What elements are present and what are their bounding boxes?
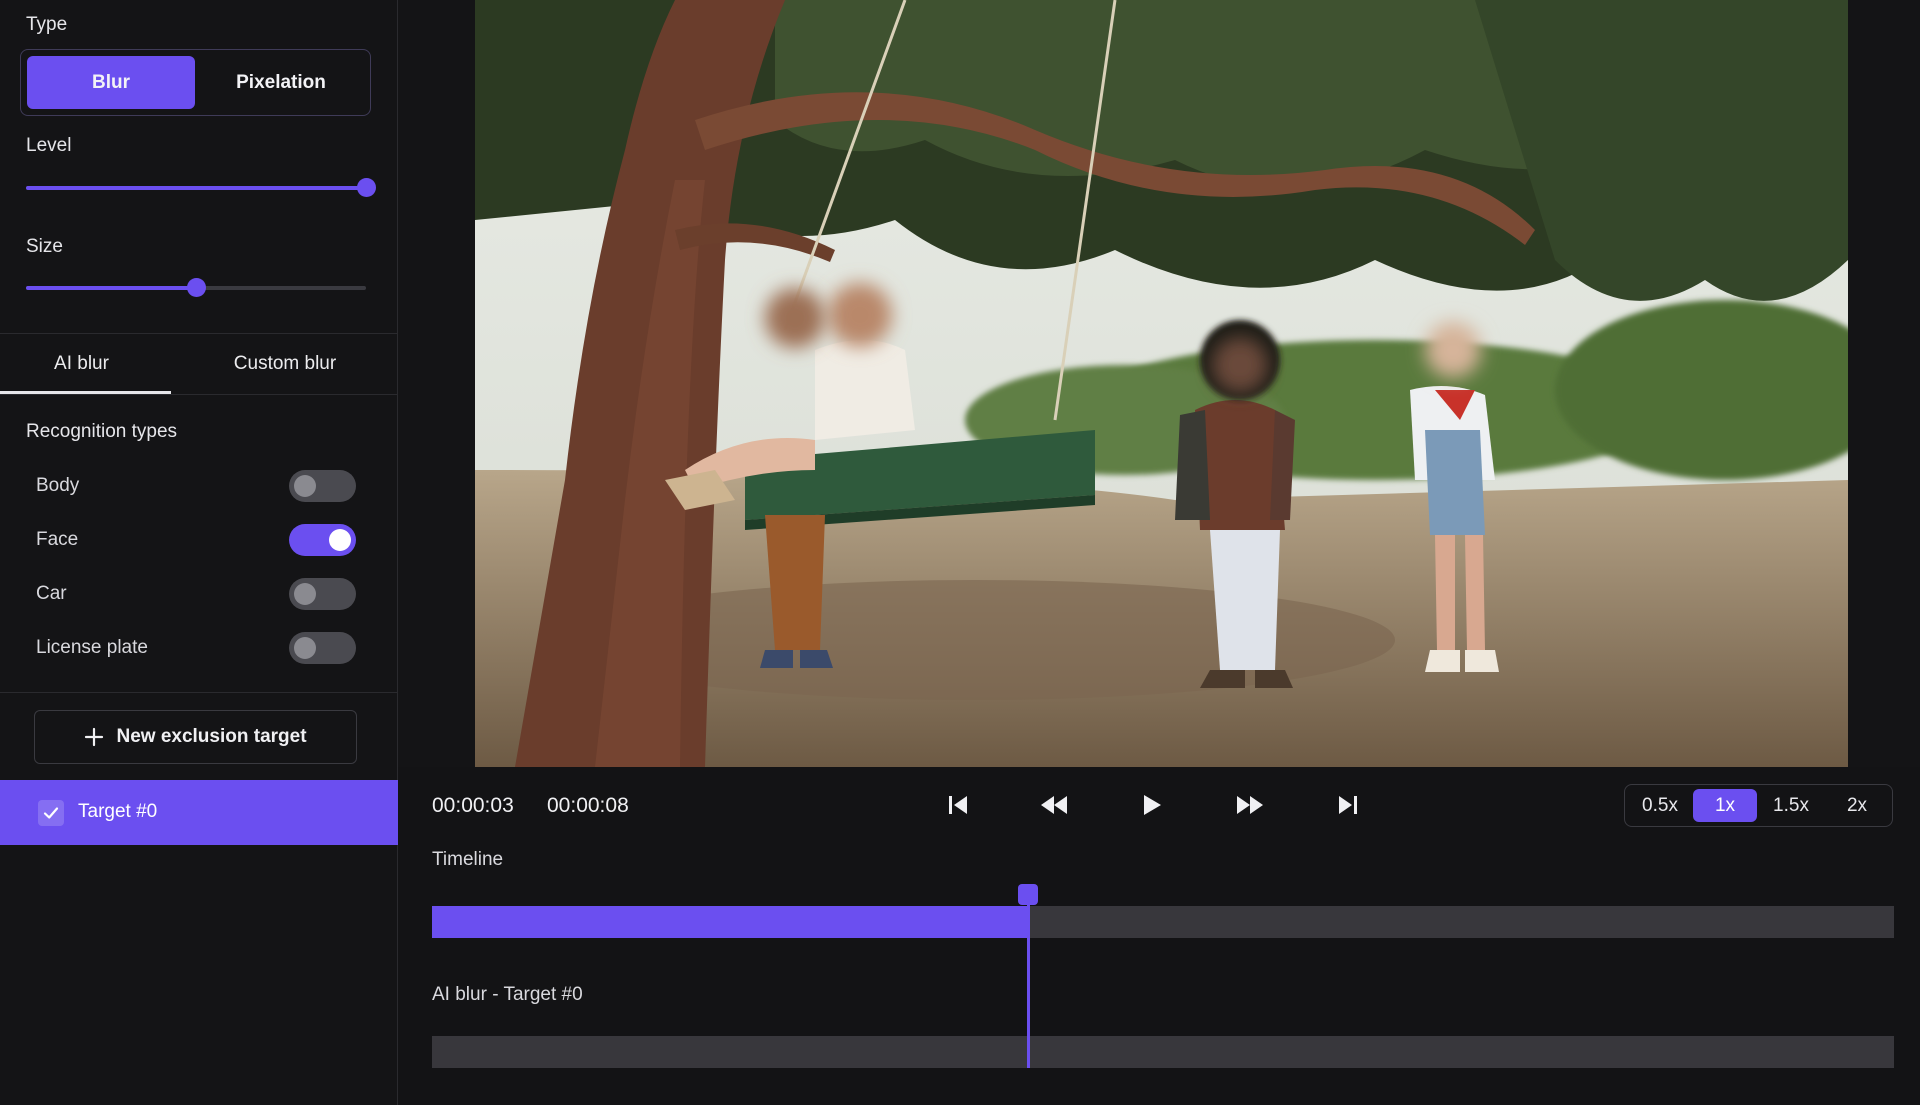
ai-blur-target-track[interactable] bbox=[432, 1036, 1894, 1068]
fast-forward-button[interactable] bbox=[1228, 788, 1272, 822]
speed-1.5x[interactable]: 1.5x bbox=[1759, 789, 1823, 822]
target-list-item[interactable]: Target #0 bbox=[0, 780, 398, 845]
license-plate-toggle[interactable] bbox=[289, 632, 356, 664]
type-pixelation-button[interactable]: Pixelation bbox=[197, 56, 365, 109]
playhead-line bbox=[1027, 896, 1031, 1068]
recognition-label: License plate bbox=[36, 637, 148, 658]
rewind-button[interactable] bbox=[1032, 788, 1076, 822]
section-divider bbox=[0, 394, 398, 395]
level-label: Level bbox=[26, 135, 72, 156]
play-button[interactable] bbox=[1130, 788, 1174, 822]
type-label: Type bbox=[26, 14, 68, 35]
toggle-knob bbox=[294, 637, 316, 659]
recognition-label: Car bbox=[36, 583, 67, 604]
skip-to-end-button[interactable] bbox=[1326, 788, 1370, 822]
recognition-label: Face bbox=[36, 529, 79, 550]
skip-to-start-button[interactable] bbox=[936, 788, 980, 822]
skip-to-start-icon bbox=[949, 796, 967, 814]
fast-forward-icon bbox=[1237, 796, 1263, 814]
settings-sidebar: Type Blur Pixelation Level Size AI blur … bbox=[0, 0, 398, 1105]
plus-icon bbox=[85, 727, 104, 747]
size-slider-fill bbox=[26, 286, 196, 290]
timeline-label: Timeline bbox=[432, 849, 504, 870]
editor-main-area: 00:00:03 00:00:08 0.5x 1x 1.5x 2x Timeli… bbox=[398, 0, 1920, 1105]
speed-1x[interactable]: 1x bbox=[1693, 789, 1757, 822]
video-frame-image bbox=[475, 0, 1848, 767]
toggle-knob bbox=[329, 529, 351, 551]
section-divider bbox=[0, 692, 398, 693]
total-duration: 00:00:08 bbox=[547, 794, 629, 817]
check-icon bbox=[43, 807, 59, 819]
face-toggle[interactable] bbox=[289, 524, 356, 556]
size-slider[interactable] bbox=[26, 278, 366, 297]
recognition-row-face: Face bbox=[36, 520, 356, 560]
new-exclusion-target-button[interactable]: New exclusion target bbox=[34, 710, 357, 764]
target-label: Target #0 bbox=[78, 801, 158, 822]
recognition-types-title: Recognition types bbox=[26, 421, 178, 442]
recognition-row-license-plate: License plate bbox=[36, 628, 356, 668]
target-checkbox[interactable] bbox=[38, 800, 64, 826]
ai-blur-track-label: AI blur - Target #0 bbox=[432, 984, 583, 1005]
size-slider-thumb[interactable] bbox=[187, 278, 206, 297]
video-preview[interactable] bbox=[475, 0, 1848, 767]
size-label: Size bbox=[26, 236, 63, 257]
playhead-handle[interactable] bbox=[1018, 884, 1039, 905]
current-time: 00:00:03 bbox=[432, 794, 514, 817]
body-toggle[interactable] bbox=[289, 470, 356, 502]
timeline-track[interactable] bbox=[432, 906, 1894, 938]
level-slider-fill bbox=[26, 186, 366, 190]
car-toggle[interactable] bbox=[289, 578, 356, 610]
rewind-icon bbox=[1041, 796, 1067, 814]
toggle-knob bbox=[294, 583, 316, 605]
skip-to-end-icon bbox=[1339, 796, 1357, 814]
new-exclusion-target-label: New exclusion target bbox=[116, 726, 307, 747]
speed-0.5x[interactable]: 0.5x bbox=[1629, 789, 1691, 822]
tab-custom-blur[interactable]: Custom blur bbox=[200, 334, 370, 394]
timeline-progress-fill bbox=[432, 906, 1029, 938]
type-blur-button[interactable]: Blur bbox=[27, 56, 195, 109]
playback-speed-selector: 0.5x 1x 1.5x 2x bbox=[1624, 784, 1893, 827]
recognition-row-car: Car bbox=[36, 574, 356, 614]
toggle-knob bbox=[294, 475, 316, 497]
recognition-row-body: Body bbox=[36, 466, 356, 506]
level-slider[interactable] bbox=[26, 178, 376, 197]
recognition-label: Body bbox=[36, 475, 80, 496]
tab-ai-blur[interactable]: AI blur bbox=[0, 334, 163, 394]
play-icon bbox=[1144, 795, 1161, 815]
type-segmented-control: Blur Pixelation bbox=[20, 49, 371, 116]
speed-2x[interactable]: 2x bbox=[1825, 789, 1889, 822]
level-slider-thumb[interactable] bbox=[357, 178, 376, 197]
